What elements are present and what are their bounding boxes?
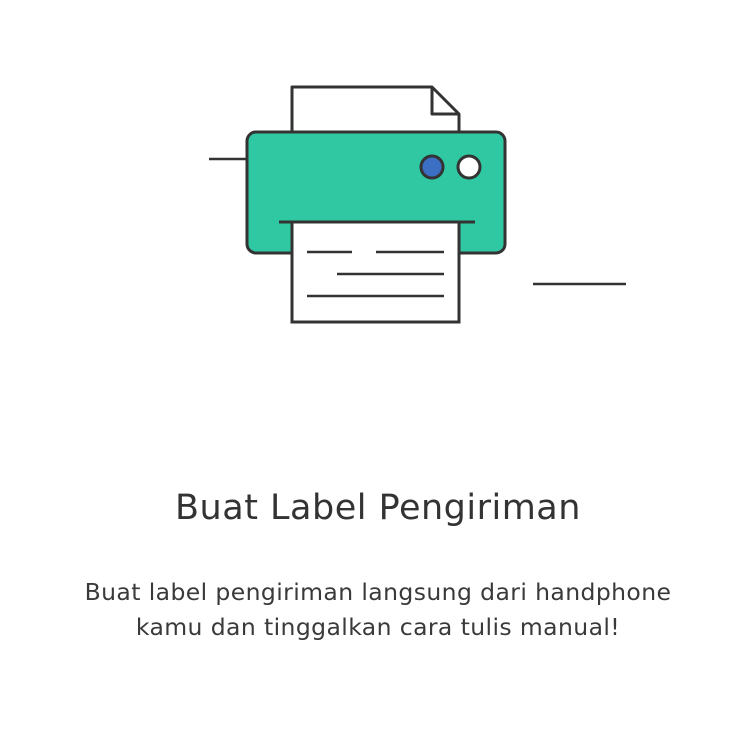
onboarding-description: Buat label pengiriman langsung dari hand… xyxy=(84,578,672,641)
printer-button-white xyxy=(456,154,482,180)
onboarding-title: Buat Label Pengiriman xyxy=(175,488,581,528)
printer-illustration xyxy=(209,85,626,324)
output-paper xyxy=(290,220,461,324)
printer-button-blue xyxy=(419,154,445,180)
printer-icon xyxy=(209,85,626,324)
onboarding-screen: Buat Label Pengiriman Buat label pengiri… xyxy=(0,0,756,756)
